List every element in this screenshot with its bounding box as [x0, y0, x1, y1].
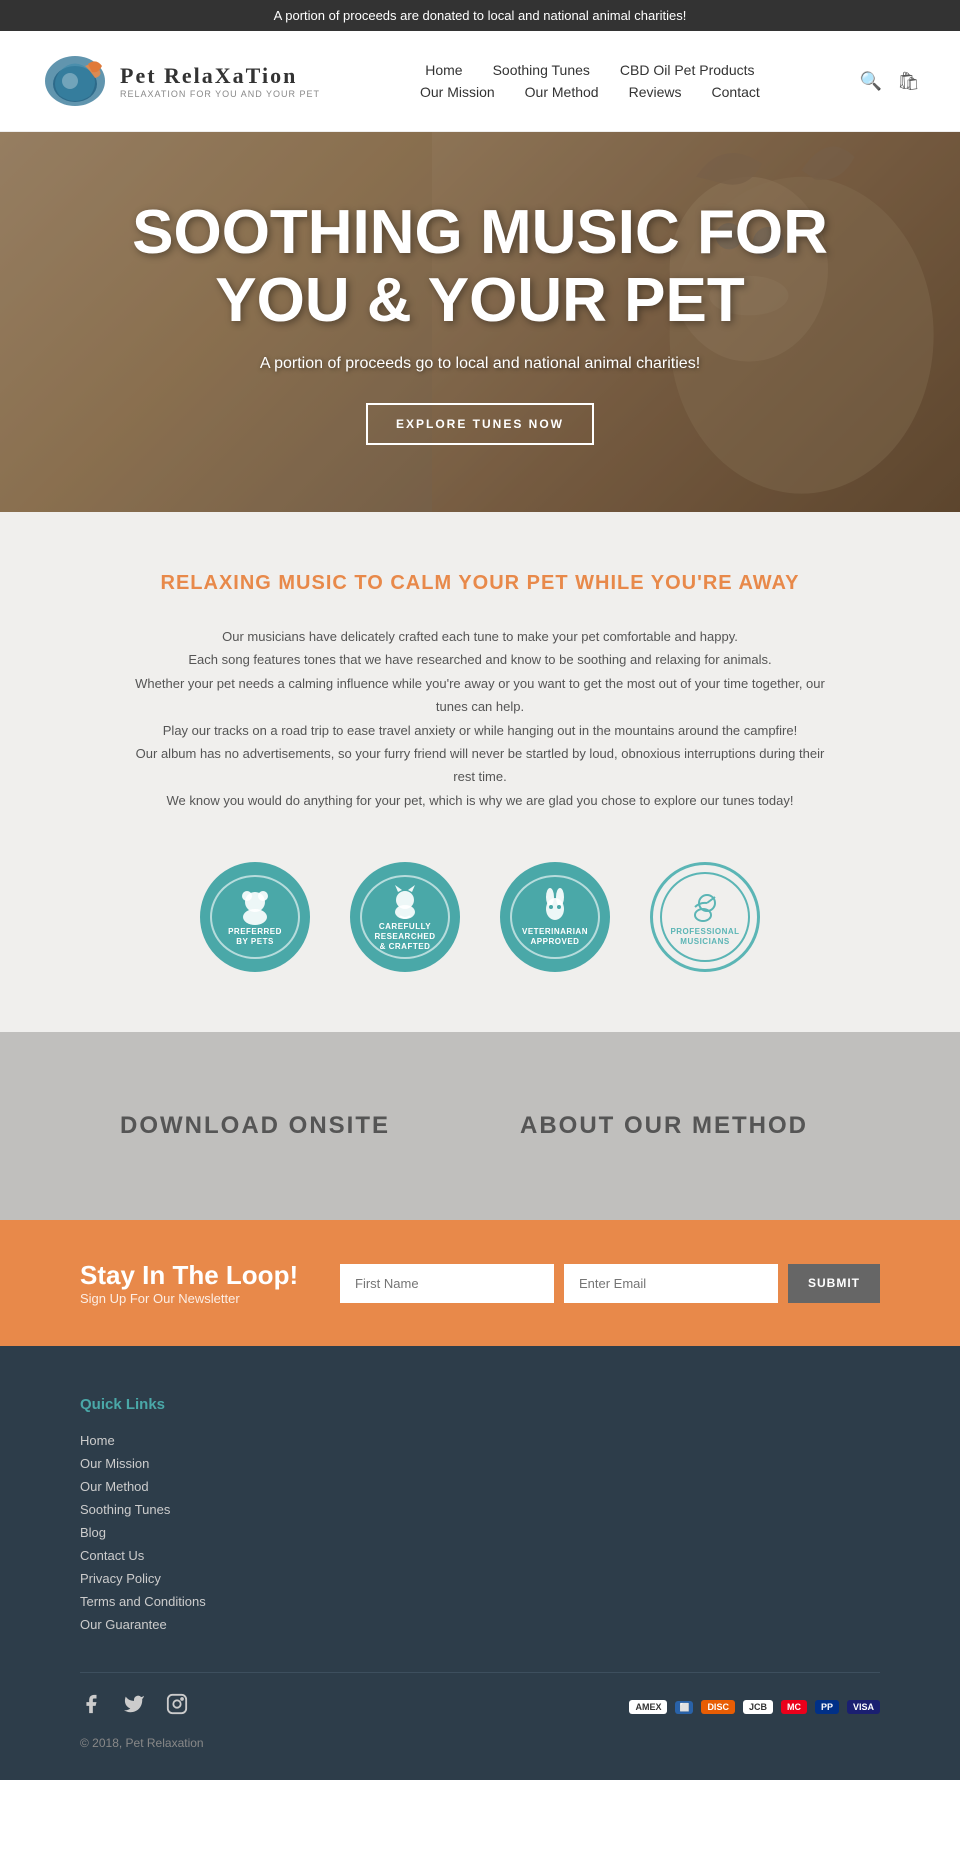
badge-label-1: PREFERREDBY PETS: [228, 927, 282, 948]
footer-link-method[interactable]: Our Method: [80, 1479, 880, 1494]
logo-icon: [40, 46, 110, 116]
badge-researched: CAREFULLYRESEARCHED& CRAFTED: [350, 862, 460, 972]
features-para-3: Whether your pet needs a calming influen…: [130, 672, 830, 719]
dog-badge-icon: [235, 887, 275, 927]
payment-paypal: PP: [815, 1700, 839, 1714]
logo-title: Pet RelaXaTion: [120, 63, 320, 89]
email-input[interactable]: [564, 1264, 778, 1303]
nav-soothing-tunes[interactable]: Soothing Tunes: [493, 62, 590, 78]
footer-content: Quick Links Home Our Mission Our Method …: [80, 1396, 880, 1632]
submit-button[interactable]: SUBMIT: [788, 1264, 880, 1303]
logo-subtitle: Relaxation for you and your pet: [120, 89, 320, 99]
footer-link-guarantee[interactable]: Our Guarantee: [80, 1617, 880, 1632]
nav-home[interactable]: Home: [425, 62, 462, 78]
newsletter-text: Stay In The Loop! Sign Up For Our Newsle…: [80, 1260, 300, 1306]
footer-link-home[interactable]: Home: [80, 1433, 880, 1448]
payment-disc: DISC: [701, 1700, 735, 1714]
search-icon[interactable]: 🔍: [860, 71, 882, 92]
hero-title: SOOTHING MUSIC FOR YOU & YOUR PET: [60, 199, 900, 335]
features-text: Our musicians have delicately crafted ea…: [130, 625, 830, 812]
nav-row-1: Home Soothing Tunes CBD Oil Pet Products: [420, 62, 760, 78]
header: Pet RelaXaTion Relaxation for you and yo…: [0, 31, 960, 132]
hero-content: SOOTHING MUSIC FOR YOU & YOUR PET A port…: [0, 179, 960, 465]
badge-vet-approved: VETERINARIANAPPROVED: [500, 862, 610, 972]
main-nav: Home Soothing Tunes CBD Oil Pet Products…: [420, 62, 760, 100]
features-para-5: Our album has no advertisements, so your…: [130, 742, 830, 789]
features-para-4: Play our tracks on a road trip to ease t…: [130, 719, 830, 742]
nav-cbd-oil[interactable]: CBD Oil Pet Products: [620, 62, 755, 78]
download-method-section: DOWNLOAD ONSITE ABOUT OUR METHOD: [0, 1032, 960, 1220]
footer-link-contact[interactable]: Contact Us: [80, 1548, 880, 1563]
payment-visa: VISA: [847, 1700, 880, 1714]
footer-link-blog[interactable]: Blog: [80, 1525, 880, 1540]
nav-our-method[interactable]: Our Method: [525, 84, 599, 100]
features-section: RELAXING MUSIC TO CALM YOUR PET WHILE YO…: [0, 512, 960, 1032]
newsletter-subtext: Sign Up For Our Newsletter: [80, 1291, 300, 1306]
badge-label-4: PROFESSIONALMUSICIANS: [670, 927, 739, 948]
twitter-icon[interactable]: [123, 1693, 151, 1721]
social-icons: [80, 1693, 194, 1721]
top-banner: A portion of proceeds are donated to loc…: [0, 0, 960, 31]
banner-text: A portion of proceeds are donated to loc…: [274, 8, 687, 23]
payment-mc: MC: [781, 1700, 807, 1714]
facebook-icon[interactable]: [80, 1693, 108, 1721]
features-para-6: We know you would do anything for your p…: [130, 789, 830, 812]
payment-methods: AMEX ⬜ DISC JCB MC PP VISA: [629, 1700, 880, 1714]
newsletter-form: SUBMIT: [340, 1264, 880, 1303]
download-half: DOWNLOAD ONSITE: [80, 1092, 480, 1160]
header-icons: 🔍 🛍: [860, 71, 920, 92]
logo[interactable]: Pet RelaXaTion Relaxation for you and yo…: [40, 46, 320, 116]
nav-our-mission[interactable]: Our Mission: [420, 84, 495, 100]
payment-generic: ⬜: [675, 1701, 693, 1714]
newsletter-heading: Stay In The Loop!: [80, 1260, 300, 1291]
footer-link-privacy[interactable]: Privacy Policy: [80, 1571, 880, 1586]
rabbit-badge-icon: [535, 887, 575, 927]
bird-badge-icon: [685, 887, 725, 927]
nav-reviews[interactable]: Reviews: [629, 84, 682, 100]
payment-jcb: JCB: [743, 1700, 773, 1714]
download-title: DOWNLOAD ONSITE: [120, 1112, 440, 1140]
copyright: © 2018, Pet Relaxation: [80, 1736, 880, 1750]
footer-link-mission[interactable]: Our Mission: [80, 1456, 880, 1471]
nav-row-2: Our Mission Our Method Reviews Contact: [420, 84, 760, 100]
badges-row: PREFERREDBY PETS CAREFULLYRESEARCHED& CR…: [80, 862, 880, 972]
hero-subtitle: A portion of proceeds go to local and na…: [60, 355, 900, 373]
features-para-1: Our musicians have delicately crafted ea…: [130, 625, 830, 648]
payment-amex: AMEX: [629, 1700, 667, 1714]
first-name-input[interactable]: [340, 1264, 554, 1303]
badge-label-2: CAREFULLYRESEARCHED& CRAFTED: [374, 922, 435, 953]
footer-link-soothing[interactable]: Soothing Tunes: [80, 1502, 880, 1517]
nav-contact[interactable]: Contact: [712, 84, 760, 100]
badge-professional: PROFESSIONALMUSICIANS: [650, 862, 760, 972]
hero-section: SOOTHING MUSIC FOR YOU & YOUR PET A port…: [0, 132, 960, 512]
method-half: ABOUT OUR METHOD: [480, 1092, 880, 1160]
instagram-icon[interactable]: [166, 1693, 194, 1721]
footer-link-terms[interactable]: Terms and Conditions: [80, 1594, 880, 1609]
newsletter-section: Stay In The Loop! Sign Up For Our Newsle…: [0, 1220, 960, 1346]
explore-tunes-button[interactable]: EXPLORE TUNES NOW: [366, 403, 594, 445]
badge-label-3: VETERINARIANAPPROVED: [522, 927, 588, 948]
features-para-2: Each song features tones that we have re…: [130, 648, 830, 671]
footer: Quick Links Home Our Mission Our Method …: [0, 1346, 960, 1780]
cart-icon[interactable]: 🛍: [897, 71, 920, 92]
footer-bottom: AMEX ⬜ DISC JCB MC PP VISA: [80, 1672, 880, 1721]
cat-badge-icon: [385, 882, 425, 922]
method-title: ABOUT OUR METHOD: [520, 1112, 840, 1140]
quick-links-title: Quick Links: [80, 1396, 880, 1413]
logo-text: Pet RelaXaTion Relaxation for you and yo…: [120, 63, 320, 99]
badge-preferred-pets: PREFERREDBY PETS: [200, 862, 310, 972]
features-title: RELAXING MUSIC TO CALM YOUR PET WHILE YO…: [80, 572, 880, 595]
